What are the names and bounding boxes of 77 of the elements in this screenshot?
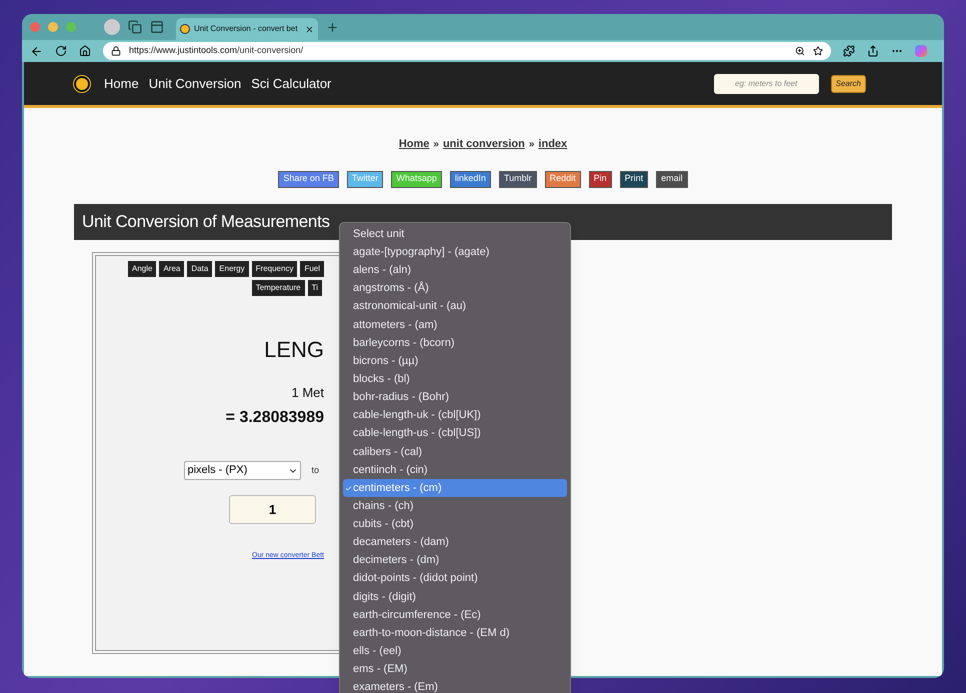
share-icon[interactable] [867, 45, 879, 57]
favorite-star-icon[interactable] [813, 46, 823, 56]
breadcrumb-link[interactable]: unit conversion [442, 136, 525, 152]
dropdown-option[interactable]: blocks - (bl) [343, 370, 567, 388]
tab-actions-icon[interactable] [150, 20, 164, 34]
site-favicon [180, 24, 190, 34]
share-button[interactable]: Print [620, 170, 648, 188]
dropdown-option[interactable]: chains - (ch) [343, 497, 567, 516]
dropdown-option[interactable]: digits - (digit) [343, 588, 567, 606]
dropdown-option[interactable]: bicrons - (µµ) [343, 352, 567, 370]
breadcrumb-link[interactable]: Home [398, 136, 430, 152]
conversion-result: = 3.28083989 [226, 408, 324, 428]
share-button[interactable]: Pin [588, 170, 612, 188]
extensions-icon[interactable] [843, 45, 855, 57]
share-button[interactable]: email [656, 170, 688, 188]
nav-link[interactable]: Unit Conversion [148, 74, 242, 94]
dropdown-option[interactable]: cable-length-us - (cbl[US]) [343, 424, 567, 443]
dropdown-option[interactable]: Select unit [343, 225, 567, 244]
back-icon[interactable] [30, 44, 43, 58]
workspaces-icon[interactable] [128, 20, 142, 34]
search-field[interactable]: eg: meters to feet [714, 74, 819, 94]
category-tab[interactable]: Fuel [300, 260, 324, 276]
dropdown-option[interactable]: centimeters - (cm) [343, 478, 567, 498]
from-unit-select[interactable]: pixels - (PX) [184, 461, 302, 480]
category-tab[interactable]: Energy [215, 260, 249, 276]
share-button[interactable]: Tumblr [498, 170, 537, 188]
breadcrumb-separator: » [433, 138, 439, 152]
converter-title: LENG [264, 336, 324, 364]
dropdown-option[interactable]: cable-length-uk - (cbl[UK]) [343, 406, 567, 425]
dropdown-option[interactable]: exameters - (Em) [343, 678, 567, 693]
reload-icon[interactable] [55, 45, 67, 57]
dropdown-option[interactable]: decimeters - (dm) [343, 552, 567, 570]
url-text: https://www.justintools.com/unit-conversion/ [129, 44, 304, 58]
dropdown-option[interactable]: didot-points - (didot point) [343, 570, 567, 588]
browser-tab[interactable]: Unit Conversion - convert bet [176, 18, 318, 40]
site-logo-icon [74, 76, 90, 92]
address-bar[interactable]: https://www.justintools.com/unit-conversion/ [103, 42, 831, 60]
dropdown-option[interactable]: decameters - (dam) [343, 533, 567, 552]
dropdown-option[interactable]: cubits - (cbt) [343, 515, 567, 534]
nav-link[interactable]: Home [104, 74, 139, 94]
dropdown-option[interactable]: bohr-radius - (Bohr) [343, 388, 567, 406]
share-button[interactable]: Reddit [544, 170, 581, 188]
close-icon[interactable] [305, 24, 314, 34]
dropdown-option[interactable]: ells - (eel) [343, 642, 567, 660]
dropdown-option[interactable]: calibers - (cal) [343, 442, 567, 461]
dropdown-option[interactable]: barleycorns - (bcorn) [343, 334, 567, 352]
share-button[interactable]: linkedIn [450, 170, 491, 188]
category-tab[interactable]: Temperature [252, 280, 305, 296]
dropdown-option[interactable]: earth-to-moon-distance - (EM d) [343, 624, 567, 642]
zoom-icon[interactable] [795, 46, 805, 56]
category-tab[interactable]: Ti [308, 280, 322, 296]
lock-icon [111, 46, 121, 56]
dropdown-option[interactable]: angstroms - (Å) [343, 279, 567, 298]
dropdown-option[interactable]: centiinch - (cin) [343, 460, 567, 479]
dropdown-option[interactable]: attometers - (am) [343, 316, 567, 334]
section-heading: Unit Conversion of Measurements [82, 210, 330, 233]
dropdown-option[interactable]: ems - (EM) [343, 660, 567, 679]
to-label: to [311, 464, 319, 477]
nav-link[interactable]: Sci Calculator [251, 74, 332, 94]
breadcrumb-separator: » [528, 138, 534, 152]
checkmark-icon [344, 484, 352, 492]
category-tab[interactable]: Angle [128, 260, 156, 276]
category-tab[interactable]: Area [159, 260, 184, 276]
tab-title: Unit Conversion - convert bet [194, 23, 299, 35]
category-tab[interactable]: Data [187, 260, 212, 276]
value-input[interactable]: 1 [229, 495, 316, 524]
dropdown-option[interactable]: agate-[typography] - (agate) [343, 243, 567, 262]
breadcrumb-link[interactable]: index [538, 136, 568, 152]
conversion-input-text: 1 Met [291, 384, 324, 402]
dropdown-option[interactable]: earth-circumference - (Ec) [343, 606, 567, 624]
share-button[interactable]: Share on FB [278, 170, 339, 188]
category-tab[interactable]: Frequency [252, 260, 298, 276]
dropdown-option[interactable]: alens - (aln) [343, 261, 567, 280]
search-button[interactable]: Search [830, 74, 866, 92]
new-tab-icon[interactable] [326, 20, 339, 34]
dropdown-option[interactable]: astronomical-unit - (au) [343, 298, 567, 316]
home-icon[interactable] [79, 45, 91, 57]
